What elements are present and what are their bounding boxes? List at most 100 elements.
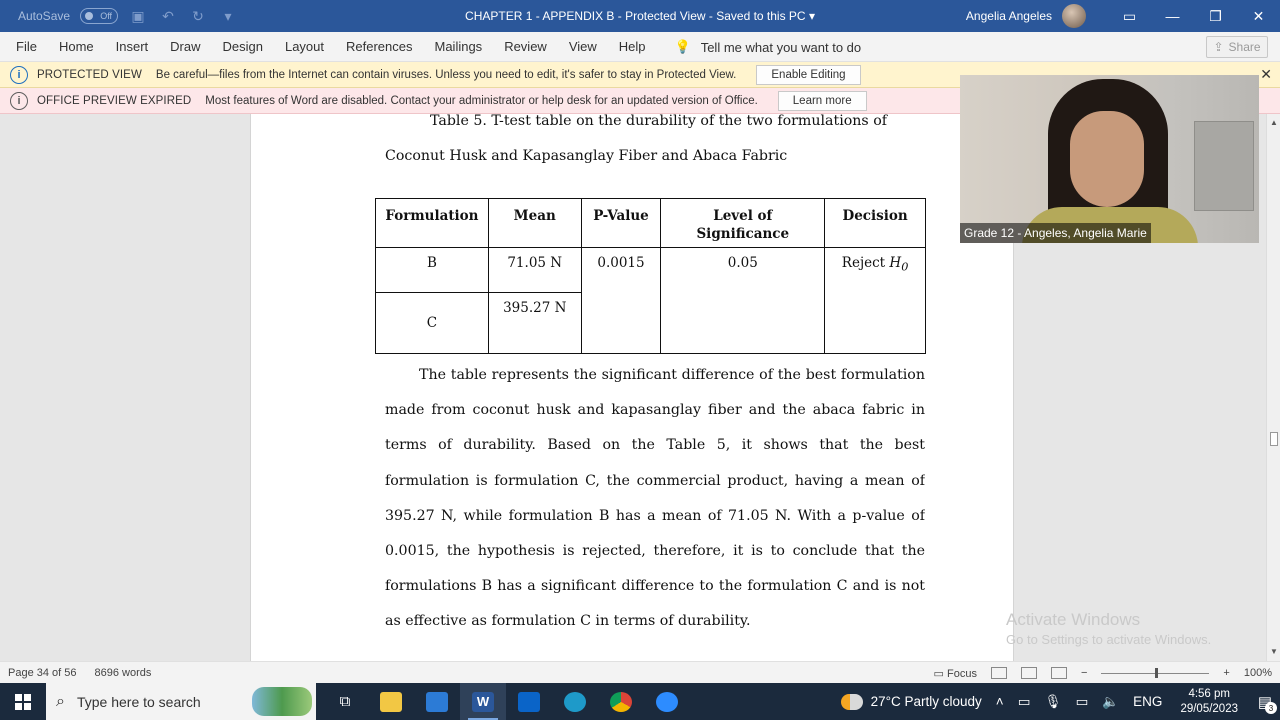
vertical-scrollbar[interactable]: ▲ ▼ xyxy=(1266,114,1280,661)
tell-me-box[interactable]: 💡 Tell me what you want to do xyxy=(675,39,862,55)
read-mode-icon[interactable] xyxy=(990,667,1007,679)
paragraph-line: as effective as formulation C in terms o… xyxy=(385,613,751,629)
meet-now-icon[interactable]: ▭ xyxy=(1018,694,1031,710)
table-row: B 71.05 N 0.0015 0.05 Reject H0 xyxy=(375,247,926,354)
search-highlight-image xyxy=(252,687,312,716)
restore-button[interactable]: ❐ xyxy=(1194,0,1237,32)
activate-windows-watermark: Activate Windows Go to Settings to activ… xyxy=(1006,610,1211,647)
paragraph-line: terms of durability. Based on the Table … xyxy=(385,437,925,453)
document-title[interactable]: CHAPTER 1 - APPENDIX B - Protected View … xyxy=(465,9,806,23)
t-test-table: Formulation Mean P-Value Level of Signif… xyxy=(375,198,926,354)
chrome-browser-icon[interactable] xyxy=(598,683,644,720)
file-explorer-icon[interactable] xyxy=(368,683,414,720)
word-count[interactable]: 8696 words xyxy=(95,662,152,684)
chevron-up-icon[interactable]: ˄ xyxy=(996,694,1004,709)
header-formulation: Formulation xyxy=(375,198,489,248)
mail-icon[interactable] xyxy=(506,683,552,720)
tab-view[interactable]: View xyxy=(558,32,608,62)
decision-text: Reject xyxy=(841,255,886,271)
zoom-level[interactable]: 100% xyxy=(1244,667,1272,679)
focus-icon: ▭ xyxy=(933,667,944,680)
share-button[interactable]: ⇪ Share xyxy=(1206,36,1268,58)
microphone-icon[interactable]: 🎙 xyxy=(1044,694,1061,710)
tell-me-text: Tell me what you want to do xyxy=(700,39,862,55)
tab-file[interactable]: File xyxy=(0,32,48,62)
paragraph-line: 0.0015, the hypothesis is rejected, ther… xyxy=(385,543,925,559)
document-page[interactable]: Table 5. T-test table on the durability … xyxy=(250,114,1014,661)
edge-browser-icon[interactable] xyxy=(552,683,598,720)
paragraph-line: made from coconut husk and kapasanglay f… xyxy=(385,402,925,418)
ribbon-display-options-icon[interactable]: ▭ xyxy=(1108,0,1151,32)
paragraph-line: 395.27 N, while formulation B has a mean… xyxy=(385,508,925,524)
scroll-up-icon[interactable]: ▲ xyxy=(1267,116,1280,130)
status-bar: Page 34 of 56 8696 words ▭ Focus − + 100… xyxy=(0,661,1280,683)
paragraph-line: The table represents the significant dif… xyxy=(419,367,925,383)
task-view-icon[interactable]: ⧉ xyxy=(322,683,368,720)
scrollbar-thumb[interactable] xyxy=(1270,432,1278,446)
participant-face xyxy=(1070,111,1144,207)
background-shelf xyxy=(1194,121,1254,211)
cell-mean-c: 395.27 N xyxy=(487,292,582,354)
paragraph-line: formulation is formulation C, the commer… xyxy=(385,473,925,489)
microsoft-store-icon[interactable] xyxy=(414,683,460,720)
windows-logo-icon xyxy=(15,693,31,710)
shield-info-icon: i xyxy=(10,65,28,84)
language-indicator[interactable]: ENG xyxy=(1133,694,1162,709)
learn-more-button[interactable]: Learn more xyxy=(777,90,867,111)
info-icon: i xyxy=(10,91,28,110)
activate-windows-title: Activate Windows xyxy=(1006,610,1141,629)
system-tray: 27°C Partly cloudy ˄ ▭ 🎙 ▭ 🔈 ENG 4:56 pm… xyxy=(840,683,1280,720)
share-icon: ⇪ xyxy=(1213,40,1224,54)
tab-help[interactable]: Help xyxy=(608,32,657,62)
zoom-app-icon[interactable] xyxy=(644,683,690,720)
activate-windows-subtitle: Go to Settings to activate Windows. xyxy=(1006,632,1212,647)
protected-view-text: Be careful—files from the Internet can c… xyxy=(155,68,737,81)
taskbar-search-box[interactable]: ⌕ Type here to search xyxy=(46,683,316,720)
print-layout-icon[interactable] xyxy=(1020,667,1037,679)
preview-expired-title: OFFICE PREVIEW EXPIRED xyxy=(37,94,192,107)
volume-icon[interactable]: 🔈 xyxy=(1102,694,1119,710)
enable-editing-button[interactable]: Enable Editing xyxy=(756,64,861,85)
tab-layout[interactable]: Layout xyxy=(274,32,335,62)
header-decision: Decision xyxy=(824,198,926,248)
tab-draw[interactable]: Draw xyxy=(159,32,211,62)
cell-level-of-significance: 0.05 xyxy=(660,247,826,354)
decision-subscript: 0 xyxy=(901,260,909,274)
clock-time: 4:56 pm xyxy=(1188,687,1230,700)
undo-icon[interactable]: ↶ xyxy=(158,8,178,25)
tab-insert[interactable]: Insert xyxy=(105,32,160,62)
word-app-icon[interactable]: W xyxy=(460,683,506,720)
zoom-out-button[interactable]: − xyxy=(1081,667,1087,679)
user-name[interactable]: Angelia Angeles xyxy=(966,9,1052,23)
notification-count-badge: 3 xyxy=(1265,702,1277,714)
weather-text[interactable]: 27°C Partly cloudy xyxy=(871,694,982,709)
close-button[interactable]: ✕ xyxy=(1237,0,1280,32)
clock[interactable]: 4:56 pm 29/05/2023 xyxy=(1180,687,1238,717)
minimize-button[interactable]: — xyxy=(1151,0,1194,32)
windows-taskbar: ⌕ Type here to search ⧉ W 27°C Partly cl… xyxy=(0,683,1280,720)
preview-expired-text: Most features of Word are disabled. Cont… xyxy=(205,94,758,107)
zoom-in-button[interactable]: + xyxy=(1223,667,1229,679)
tab-mailings[interactable]: Mailings xyxy=(424,32,494,62)
tab-design[interactable]: Design xyxy=(212,32,274,62)
protected-view-title: PROTECTED VIEW xyxy=(37,68,142,81)
zoom-slider[interactable] xyxy=(1101,667,1210,678)
battery-icon[interactable]: ▭ xyxy=(1076,694,1089,710)
start-button[interactable] xyxy=(0,683,46,720)
user-avatar[interactable] xyxy=(1062,4,1086,28)
web-layout-icon[interactable] xyxy=(1050,667,1067,679)
tab-home[interactable]: Home xyxy=(48,32,105,62)
webcam-video-tile[interactable]: Grade 12 - Angeles, Angelia Marie xyxy=(960,75,1259,243)
customize-qat-icon[interactable]: ▾ xyxy=(218,8,238,25)
weather-icon[interactable] xyxy=(840,693,863,710)
redo-icon[interactable]: ↻ xyxy=(188,8,208,25)
tab-references[interactable]: References xyxy=(335,32,423,62)
save-icon[interactable]: ▣ xyxy=(128,8,148,25)
notification-center-icon[interactable]: ▤ 3 xyxy=(1250,683,1280,720)
tab-review[interactable]: Review xyxy=(493,32,558,62)
focus-button[interactable]: ▭ Focus xyxy=(934,667,977,680)
close-icon[interactable]: ✕ xyxy=(1260,66,1272,83)
scroll-down-icon[interactable]: ▼ xyxy=(1267,645,1280,659)
autosave-toggle[interactable]: Off xyxy=(80,8,119,24)
page-count[interactable]: Page 34 of 56 xyxy=(8,662,77,684)
